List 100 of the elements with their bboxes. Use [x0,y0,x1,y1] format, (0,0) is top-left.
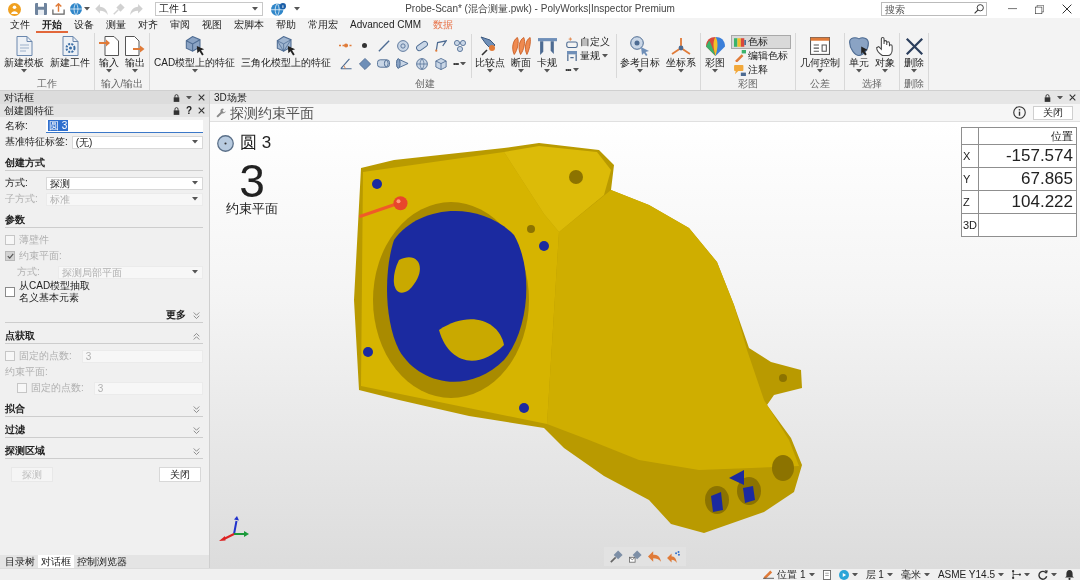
point-icon[interactable] [362,43,368,48]
app-logo-icon[interactable] [8,2,21,16]
menu-tab[interactable]: 审阅 [164,18,196,33]
menu-tab[interactable]: 帮助 [270,18,302,33]
slot-icon[interactable] [415,39,428,52]
help-question-mark[interactable]: ? [185,105,192,116]
status-text[interactable]: 毫米 [900,569,921,580]
lock-icon[interactable] [172,106,180,115]
bell-icon[interactable] [1065,569,1074,580]
dropdown-field[interactable]: (无) [71,135,203,149]
caret-icon[interactable] [294,7,300,11]
double-chevron-down-icon[interactable] [193,405,200,413]
ribbon-button[interactable]: 单元 [846,34,873,73]
close-icon[interactable] [1061,4,1072,14]
ribbon-button[interactable]: 注释 [731,63,792,77]
sphere-icon[interactable] [415,57,428,70]
ribbon-button[interactable]: 量规 [563,49,614,63]
ribbon-button[interactable]: 彩图 [702,34,729,73]
ribbon-button[interactable]: 几何控制 [797,34,844,73]
save-icon[interactable] [35,3,47,15]
dropdown-field[interactable]: 工件 1 [155,2,263,16]
double-chevron-down-icon[interactable] [193,447,200,455]
caret-icon[interactable] [923,572,930,577]
globe-info-icon[interactable] [271,2,286,16]
menu-tab[interactable]: Advanced CMM [344,18,428,33]
ribbon-button[interactable]: 三角化模型上的特征 [238,34,335,68]
branch-icon[interactable] [1012,570,1021,579]
cylinder-icon[interactable] [377,59,391,68]
double-chevron-down-icon[interactable] [193,311,200,319]
ribbon-button[interactable]: 自定义 [563,35,614,49]
probe-envelope-icon[interactable] [629,550,642,563]
close-icon[interactable] [198,94,205,101]
close-icon[interactable] [198,107,205,114]
plane-icon[interactable] [358,57,371,70]
dialog-button[interactable]: 关闭 [159,467,201,482]
ribbon-button[interactable]: 色标 [731,35,792,49]
ribbon-button[interactable]: 比较点 [472,34,509,73]
caret-icon[interactable] [1024,572,1030,577]
ribbon-button[interactable]: 新建工件 [47,34,93,68]
menu-tab[interactable]: 视图 [196,18,228,33]
circle-icon[interactable] [396,39,409,52]
ribbon-button[interactable]: 输入 [96,34,122,73]
menu-tab[interactable]: 对齐 [132,18,164,33]
caret-icon[interactable] [186,95,192,100]
ribbon-button[interactable]: 删除 [901,34,928,73]
ribbon-button[interactable]: CAD模型上的特征 [151,34,239,73]
back-arrow-dots-icon[interactable] [667,550,680,563]
text-field[interactable]: 圆 3 [46,119,203,133]
caret-icon[interactable] [1057,95,1063,100]
search-icon[interactable] [974,4,984,14]
dropdown-field[interactable]: 探测 [46,176,203,190]
ribbon-button[interactable]: 编辑色标 [731,49,792,63]
menu-tab[interactable]: 常用宏 [302,18,344,33]
clipboard-icon[interactable] [822,569,831,580]
probe-icon[interactable] [610,550,623,563]
more-button[interactable]: ••• [450,56,469,71]
cone-icon[interactable] [396,58,410,69]
more-button[interactable]: ••• [563,63,614,77]
caret-icon[interactable] [851,572,858,577]
close-icon[interactable] [1069,94,1076,101]
globe-icon[interactable] [70,3,82,15]
panel-tab[interactable]: 控制浏览器 [74,555,130,568]
section-title[interactable]: 过滤 [5,424,25,436]
line-icon[interactable] [377,39,390,52]
caret-icon[interactable] [808,572,815,577]
lock-icon[interactable] [1044,93,1051,102]
double-chevron-up-icon[interactable] [193,332,200,340]
search-field[interactable]: 搜索 [881,2,987,16]
restore-icon[interactable] [1035,4,1044,14]
status-text[interactable]: 位置 1 [777,569,806,580]
status-text[interactable]: 层 1 [865,569,884,580]
more-link[interactable]: 更多 [166,309,186,321]
cube-icon[interactable] [434,57,447,70]
polyline-icon[interactable] [434,39,447,52]
back-arrow-icon[interactable] [648,551,661,562]
ribbon-button[interactable]: 参考目标 [617,34,664,73]
double-chevron-down-icon[interactable] [193,426,200,434]
caret-icon[interactable] [1051,572,1057,577]
section-title[interactable]: 探测区域 [5,445,45,457]
info-icon[interactable] [1013,106,1026,119]
panel-tab[interactable]: 目录树 [2,555,38,568]
caret-icon[interactable] [998,572,1004,577]
section-title[interactable]: 点获取 [5,330,35,342]
section-title[interactable]: 拟合 [5,403,25,415]
ribbon-button[interactable]: 断面 [508,34,535,73]
dashed-line-icon[interactable] [338,43,353,48]
panel-tab[interactable]: 对话框 [38,555,74,568]
caret-icon[interactable] [886,572,893,577]
menu-tab[interactable]: 测量 [100,18,132,33]
status-text[interactable]: ASME Y14.5 [937,569,995,580]
ribbon-button[interactable]: 新建模板 [1,34,47,73]
ribbon-button[interactable]: 对象 [872,34,899,73]
ribbon-button[interactable]: 输出 [122,34,148,73]
lock-icon[interactable] [173,93,180,102]
circles-icon[interactable] [453,39,466,52]
menu-tab[interactable]: 文件 [4,18,36,33]
ribbon-button[interactable]: 坐标系 [663,34,700,73]
pencil-icon[interactable] [763,570,775,579]
checkbox[interactable] [5,287,15,297]
menu-tab[interactable]: 设备 [68,18,100,33]
